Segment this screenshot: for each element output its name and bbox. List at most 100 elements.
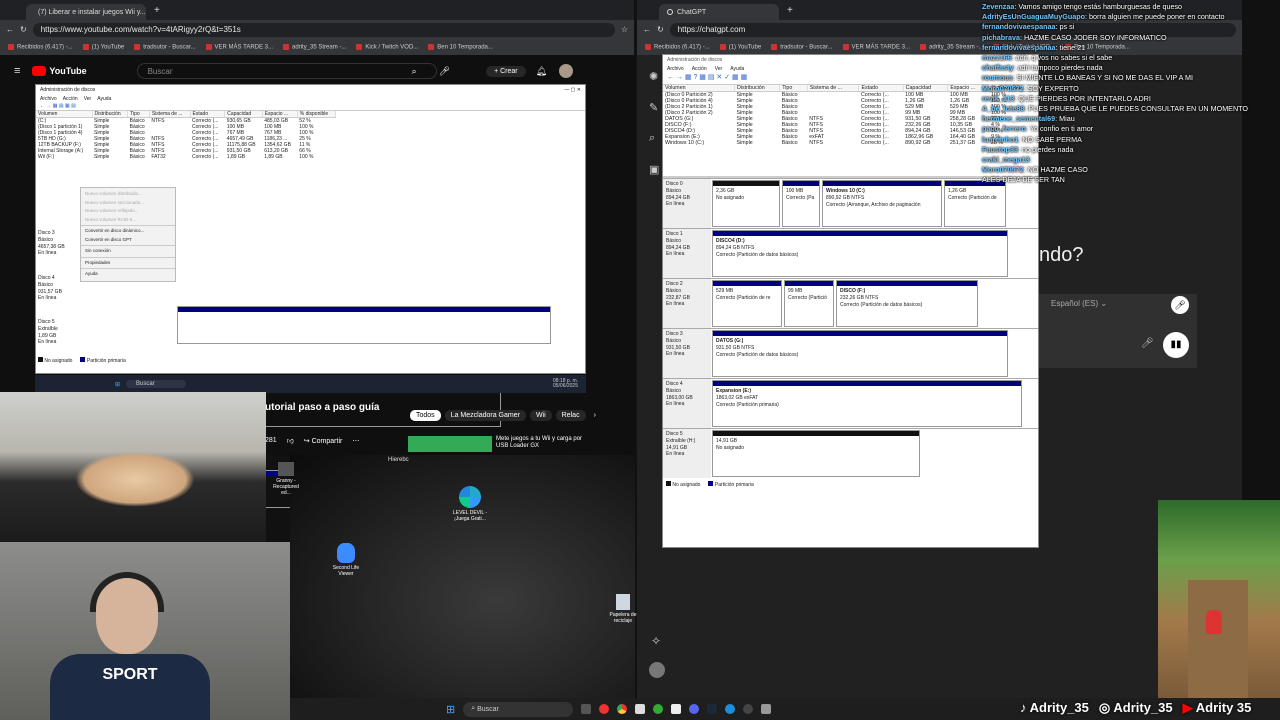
video-volume-table: Volumen Distribución Tipo Sistema de ... Est… [36, 111, 337, 160]
partition[interactable]: Expansion (E:) 1863,02 GB exFAT Correcto (… [712, 380, 1022, 427]
table-row[interactable]: Wii (F:) Simple Básico FAT32 Correcto (... 1,… [36, 154, 336, 160]
create-button[interactable]: + Crear [486, 65, 526, 77]
youtube-search-input[interactable]: Buscar [136, 63, 437, 79]
capcut-icon[interactable] [671, 704, 682, 714]
partition[interactable]: 100 MB Correcto (Pa [782, 180, 820, 227]
menu-item[interactable]: Ayuda [97, 96, 111, 102]
microphone-icon[interactable]: 🎤︎ [439, 66, 450, 77]
back-icon[interactable]: ← [643, 25, 651, 34]
taskbar-search-input[interactable]: ⌕ Buscar [463, 701, 574, 717]
menu-item[interactable]: Acción [63, 96, 78, 102]
opera-icon[interactable] [599, 704, 610, 714]
context-menu-item[interactable]: Nuevo volumen seccionado... [81, 199, 175, 208]
library-icon[interactable]: ▣ [649, 163, 659, 176]
left-address-input[interactable]: https://www.youtube.com/watch?v=4tARigyy… [32, 22, 615, 37]
user-avatar[interactable] [649, 662, 665, 678]
bookmark-item[interactable]: tradsutor - Buscar... [771, 44, 832, 50]
sparkle-icon[interactable]: ✧ [651, 634, 661, 648]
share-button[interactable]: ↪ Compartir [304, 437, 343, 445]
bookmark-item[interactable]: adrity_35 Stream -... [283, 44, 346, 50]
menu-item[interactable]: Archivo [667, 66, 684, 72]
desktop-icon-granny[interactable]: Granny - Recaptured ed... [268, 462, 304, 496]
obs-icon[interactable] [743, 704, 754, 714]
chip[interactable]: Wii [529, 410, 552, 421]
search-icon[interactable]: ⌕ [649, 132, 659, 145]
partition[interactable]: 99 MB Correcto (Partició [784, 280, 834, 327]
desktop-icon-level-devil[interactable]: LEVEL DEVIL - ¡Juega Grati... [448, 486, 492, 522]
xbox-icon[interactable] [653, 704, 664, 714]
video-taskbar-search[interactable]: Buscar [126, 380, 187, 388]
voice-mode-button[interactable]: ▮▮ [1163, 332, 1189, 358]
menu-item[interactable]: Ver [84, 96, 92, 102]
context-menu-item[interactable]: Nuevo volumen RAID-5... [81, 216, 175, 225]
bookmark-item[interactable]: Recibidos (6.417) -... [8, 44, 73, 50]
bookmark-item[interactable]: tradsutor - Buscar... [134, 44, 195, 50]
language-select[interactable]: Español (ES) ⌄ [1051, 299, 1107, 308]
video-disk-3-partition[interactable] [177, 306, 551, 344]
menu-item[interactable]: Archivo [40, 96, 57, 102]
menu-item[interactable]: Acción [692, 66, 707, 72]
partition[interactable]: 1,26 GB Correcto (Partición de [944, 180, 1006, 227]
partition[interactable]: Windows 10 (C:) 890,92 GB NTFS Correcto (A… [822, 180, 942, 227]
context-menu-item[interactable]: Convertir en disco dinámico... [81, 227, 175, 236]
bookmark-item[interactable]: adrity_35 Stream -... [920, 44, 983, 50]
menu-item[interactable]: Ayuda [730, 66, 744, 72]
context-menu-item[interactable]: Propiedades [81, 259, 175, 268]
reload-icon[interactable]: ↻ [657, 25, 664, 34]
menu-icon[interactable]: ≡ [14, 65, 20, 77]
bookmark-item[interactable]: (1) YouTube [83, 44, 124, 50]
recommended-video[interactable]: Mete juegos a tu Wii y carga por USB Loa… [408, 436, 591, 452]
partition[interactable]: 529 MB Correcto (Partición de re [712, 280, 782, 327]
chip[interactable]: La Mezcladora Gamer [444, 410, 526, 421]
context-menu-item[interactable]: Nuevo volumen distribuido... [81, 190, 175, 199]
chip-all[interactable]: Todos [410, 410, 441, 421]
bookmark-item[interactable]: (1) YouTube [720, 44, 761, 50]
context-menu-item[interactable]: Sin conexión [81, 247, 175, 256]
dislike-icon[interactable]: 👎︎ [287, 436, 294, 445]
bookmark-item[interactable]: VER MÁS TARDE 3... [206, 44, 273, 50]
reload-icon[interactable]: ↻ [20, 25, 27, 34]
bookmark-item[interactable]: VER MÁS TARDE 3... [843, 44, 910, 50]
bookmark-item[interactable]: Ben 10 Temporada... [428, 44, 493, 50]
right-tab[interactable]: ChatGPT [659, 4, 779, 20]
left-tab[interactable]: (7) Liberar e instalar juegos Wii y... [26, 4, 146, 20]
back-icon[interactable]: ← [6, 25, 14, 34]
window-controls-icon[interactable]: — ▢ ✕ [564, 87, 581, 93]
partition[interactable]: 14,91 GB No asignado [712, 430, 920, 477]
partition[interactable]: 2,36 GB No asignado [712, 180, 780, 227]
dictate-icon[interactable]: 🎤︎ [1141, 338, 1154, 349]
task-view-icon[interactable] [581, 704, 592, 714]
disk-management-icon[interactable] [761, 704, 772, 714]
steam-icon[interactable] [707, 704, 718, 714]
bookmark-item[interactable]: Kick / Twitch VOD... [356, 44, 418, 50]
context-menu-item[interactable]: Convertir en disco GPT [81, 236, 175, 245]
chat-message: A_be_lote88: PUES PRUEBA QUE LE PUEDES C… [982, 104, 1249, 114]
menu-item[interactable]: Ver [715, 66, 723, 72]
chrome-icon[interactable] [617, 704, 628, 714]
new-tab-icon[interactable]: + [154, 5, 160, 16]
more-icon[interactable]: ⋯ [352, 437, 359, 445]
files-icon[interactable] [635, 704, 646, 714]
edge-icon[interactable] [725, 704, 736, 714]
microphone-icon[interactable]: 🎤︎ [1171, 296, 1189, 314]
avatar[interactable] [559, 64, 574, 78]
partition[interactable]: DISCO4 (D:) 894,24 GB NTFS Correcto (Parti… [712, 230, 1008, 277]
partition[interactable]: DATOS (G:) 931,50 GB NTFS Correcto (Partic… [712, 330, 1008, 377]
windows-start-icon[interactable]: ⊞ [115, 381, 120, 388]
new-chat-icon[interactable]: ✎ [649, 101, 659, 114]
context-menu-item[interactable]: Nuevo volumen reflejado... [81, 207, 175, 216]
chatgpt-logo-icon[interactable]: ✺ [649, 70, 659, 83]
context-menu-item[interactable]: Ayuda [81, 270, 175, 279]
search-icon[interactable]: ⌕ [412, 66, 417, 77]
youtube-logo-icon[interactable] [32, 66, 47, 76]
partition[interactable]: DISCO (F:) 232,26 GB NTFS Correcto (Partic… [836, 280, 978, 327]
new-tab-icon[interactable]: + [787, 5, 793, 16]
chip[interactable]: Relac [555, 410, 586, 421]
notifications-icon[interactable]: 🔔︎ [536, 66, 547, 77]
chevron-right-icon[interactable]: › [590, 410, 600, 421]
windows-start-icon[interactable]: ⊞ [446, 703, 455, 716]
discord-icon[interactable] [689, 704, 700, 714]
desktop-icon-second-life[interactable]: Second Life Viewer [326, 543, 366, 577]
bookmark-item[interactable]: Recibidos (6.417) -... [645, 44, 710, 50]
star-icon[interactable]: ☆ [621, 25, 628, 34]
